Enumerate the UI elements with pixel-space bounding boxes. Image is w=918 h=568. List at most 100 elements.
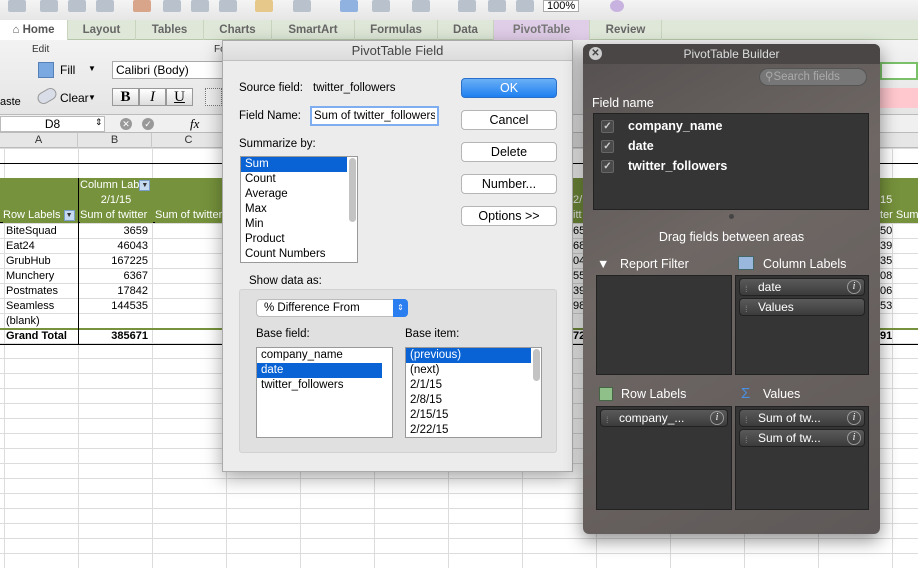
style-good[interactable]	[880, 62, 918, 80]
row-field-pill[interactable]: ⁞ company_... i	[600, 409, 728, 427]
cut-icon[interactable]	[133, 0, 151, 12]
row-label[interactable]: (blank)	[6, 314, 78, 329]
cancel-icon[interactable]: ✕	[120, 118, 132, 130]
base-item-list[interactable]: (previous) (next) 2/1/15 2/8/15 2/15/15 2/22/…	[405, 347, 542, 438]
tab-formulas[interactable]: Formulas	[355, 20, 438, 40]
clear-button[interactable]: Clear	[60, 91, 89, 105]
base-field-option[interactable]: twitter_followers	[257, 378, 382, 393]
column-labels-filter-icon[interactable]: ▼	[139, 179, 151, 191]
column-labels-header[interactable]: Column Lab ▼	[80, 178, 152, 193]
redo-icon[interactable]	[293, 0, 311, 12]
row-label[interactable]: Munchery	[6, 269, 78, 284]
ok-button[interactable]: OK	[461, 78, 557, 98]
base-field-option[interactable]: date	[257, 363, 382, 378]
column-labels-area[interactable]: ⁞ date i ⁞ Values	[735, 275, 869, 375]
checkbox[interactable]: ✓	[601, 120, 614, 134]
base-item-option[interactable]: (previous)	[406, 348, 531, 363]
scrollbar[interactable]	[349, 158, 356, 222]
row-label[interactable]: Seamless	[6, 299, 78, 314]
row-labels-filter-icon[interactable]: ▼	[63, 209, 75, 221]
tab-home[interactable]: ⌂ Home	[0, 20, 68, 40]
copy-icon[interactable]	[163, 0, 181, 12]
show-data-as-select[interactable]: % Difference From ⇕	[256, 299, 408, 317]
help-icon[interactable]	[610, 0, 624, 12]
base-field-list[interactable]: company_name date twitter_followers	[256, 347, 393, 438]
field-item[interactable]: ✓ date	[601, 136, 868, 156]
report-filter-area[interactable]	[596, 275, 732, 375]
delete-button[interactable]: Delete	[461, 142, 557, 162]
tab-review[interactable]: Review	[590, 20, 662, 40]
base-item-option[interactable]: 2/15/15	[406, 408, 531, 423]
gallery-icon[interactable]	[8, 0, 26, 12]
paste-button[interactable]: aste	[0, 96, 21, 108]
row-label[interactable]: GrubHub	[6, 254, 78, 269]
field-name-input[interactable]	[310, 106, 439, 126]
tab-pivottable[interactable]: PivotTable	[494, 20, 590, 40]
fill-button[interactable]: Fill	[60, 63, 75, 77]
bold-button[interactable]: B	[112, 88, 139, 106]
value-field-pill[interactable]: ⁞ Sum of tw... i	[739, 429, 865, 447]
tab-data[interactable]: Data	[438, 20, 494, 40]
paste-icon[interactable]	[191, 0, 209, 12]
checkbox[interactable]: ✓	[601, 160, 614, 174]
tab-tables[interactable]: Tables	[136, 20, 204, 40]
base-item-option[interactable]: 2/22/15	[406, 423, 531, 437]
new-icon[interactable]	[40, 0, 58, 12]
field-item[interactable]: ✓ company_name	[601, 116, 868, 136]
value-field-pill[interactable]: ⁞ Sum of tw... i	[739, 409, 865, 427]
fill-dropdown-icon[interactable]: ▼	[88, 64, 96, 73]
media-icon[interactable]	[516, 0, 534, 12]
formula-icon[interactable]	[458, 0, 476, 12]
undo-icon[interactable]	[255, 0, 273, 12]
toolbox-icon[interactable]	[488, 0, 506, 12]
borders-button[interactable]	[205, 88, 222, 106]
values-area[interactable]: ⁞ Sum of tw... i ⁞ Sum of tw... i	[735, 406, 869, 510]
info-icon[interactable]: i	[710, 411, 724, 425]
autosum-icon[interactable]	[340, 0, 358, 12]
column-header-b[interactable]: B	[78, 133, 152, 148]
summarize-option[interactable]: Sum	[241, 157, 347, 172]
sort-icon[interactable]	[372, 0, 390, 12]
function-button[interactable]: fx	[190, 116, 199, 132]
row-labels-area[interactable]: ⁞ company_... i	[596, 406, 732, 510]
column-field-pill[interactable]: ⁞ date i	[739, 278, 865, 296]
row-label[interactable]: Postmates	[6, 284, 78, 299]
tab-layout[interactable]: Layout	[68, 20, 136, 40]
summarize-option[interactable]: Average	[241, 187, 347, 202]
close-icon[interactable]: ✕	[589, 47, 602, 60]
name-box-stepper-icon[interactable]: ⇕	[95, 117, 103, 128]
print-icon[interactable]	[96, 0, 114, 12]
row-label[interactable]: Eat24	[6, 239, 78, 254]
font-name-select[interactable]: Calibri (Body)	[112, 61, 224, 79]
info-icon[interactable]: i	[847, 280, 861, 294]
summarize-option[interactable]: Count Numbers	[241, 247, 347, 262]
options-button[interactable]: Options >>	[461, 206, 557, 226]
base-field-option[interactable]: company_name	[257, 348, 382, 363]
row-label[interactable]: BiteSquad	[6, 224, 78, 239]
base-item-option[interactable]: (next)	[406, 363, 531, 378]
column-header-a[interactable]: A	[0, 133, 78, 148]
cancel-button[interactable]: Cancel	[461, 110, 557, 130]
name-box[interactable]: D8	[0, 116, 105, 132]
italic-button[interactable]: I	[139, 88, 166, 106]
tab-smartart[interactable]: SmartArt	[272, 20, 355, 40]
summarize-by-list[interactable]: Sum Count Average Max Min Product Count Number…	[240, 156, 358, 263]
zoom-select[interactable]: 100%	[543, 0, 579, 12]
tab-charts[interactable]: Charts	[204, 20, 272, 40]
checkbox[interactable]: ✓	[601, 140, 614, 154]
column-field-pill[interactable]: ⁞ Values	[739, 298, 865, 316]
summarize-option[interactable]: Max	[241, 202, 347, 217]
underline-button[interactable]: U	[166, 88, 193, 106]
number-format-button[interactable]: Number...	[461, 174, 557, 194]
filter-icon[interactable]	[412, 0, 430, 12]
summarize-option[interactable]: Min	[241, 217, 347, 232]
field-item[interactable]: ✓ twitter_followers	[601, 156, 868, 176]
row-labels-header[interactable]: Row Labels ▼	[3, 208, 79, 223]
column-header-c[interactable]: C	[152, 133, 226, 148]
search-fields-input[interactable]: ⚲Search fields	[759, 68, 867, 86]
info-icon[interactable]: i	[847, 431, 861, 445]
base-item-option[interactable]: 2/8/15	[406, 393, 531, 408]
splitter-handle[interactable]	[729, 214, 734, 219]
info-icon[interactable]: i	[847, 411, 861, 425]
save-icon[interactable]	[68, 0, 86, 12]
